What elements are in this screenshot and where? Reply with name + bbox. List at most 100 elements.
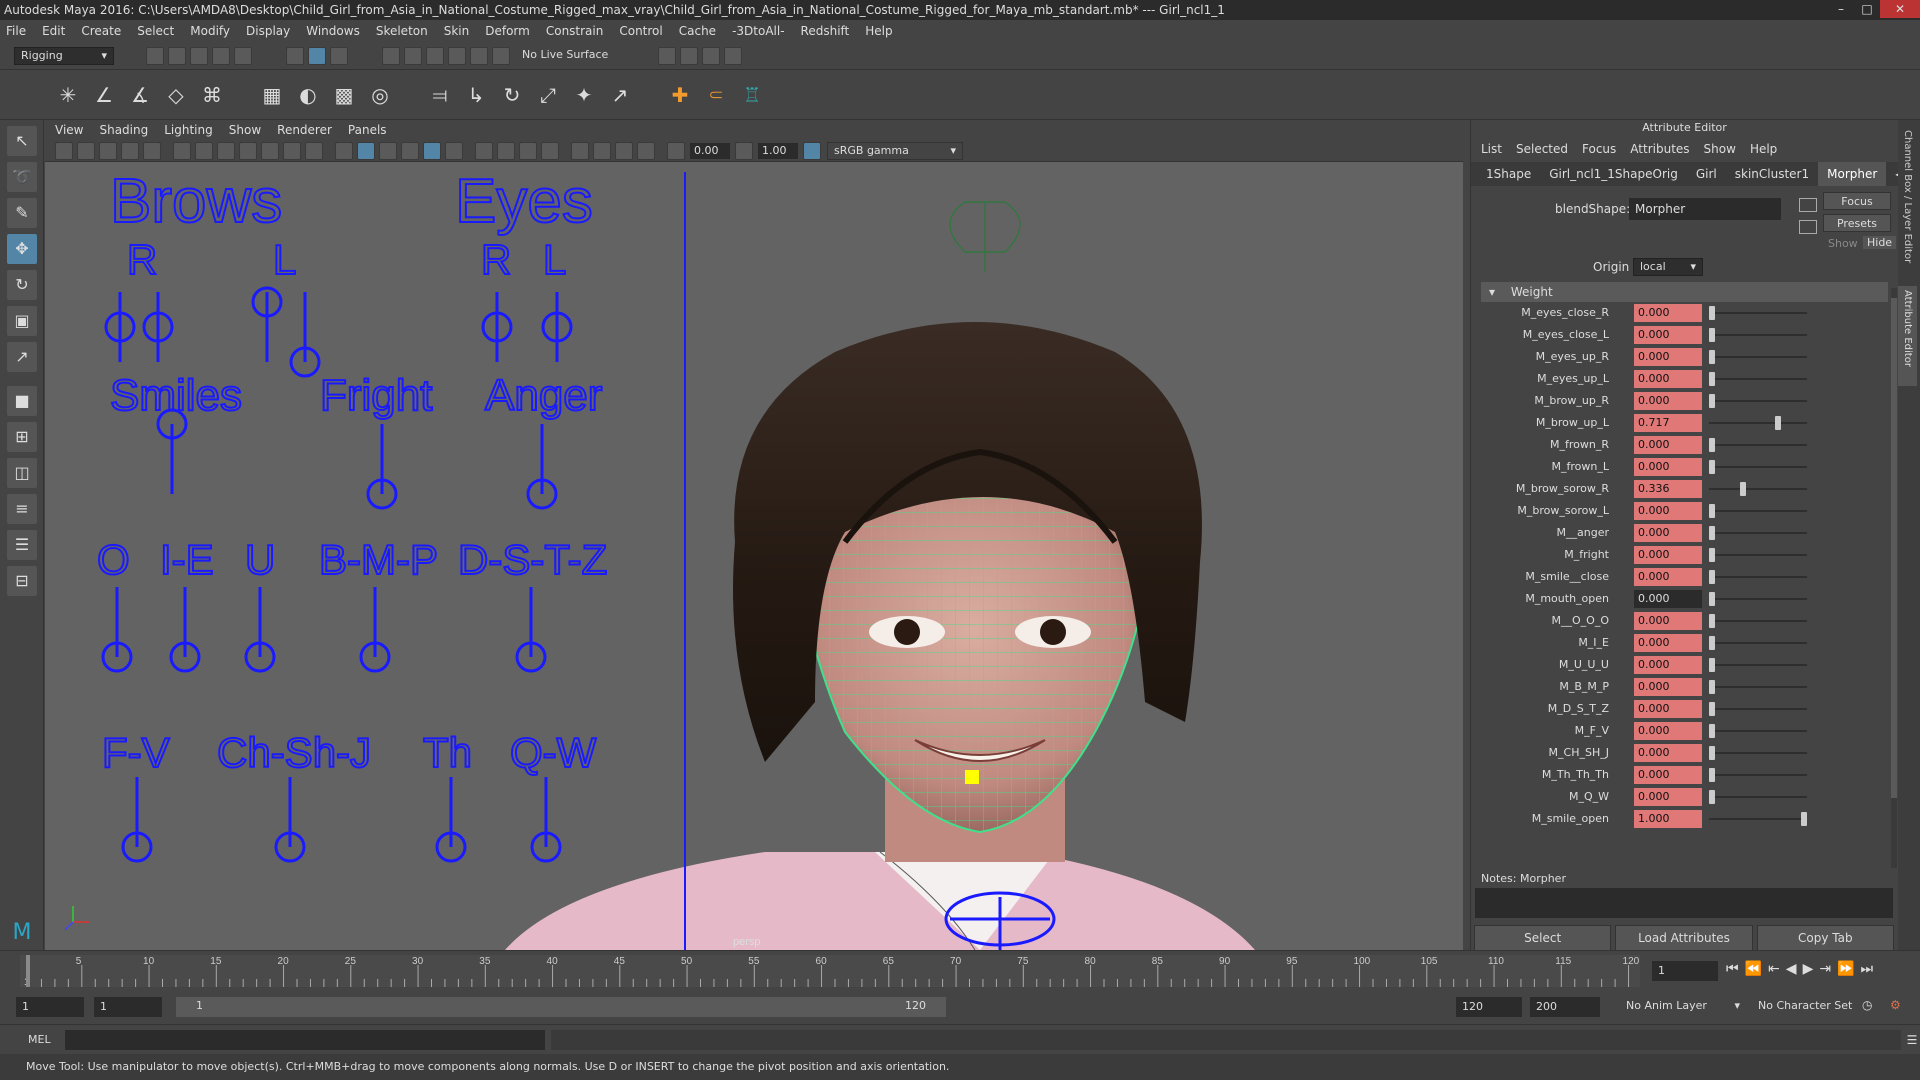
viewport-canvas[interactable]: Brows Eyes R L R L Smiles Fright Anger O… [45, 162, 1463, 950]
menu-constrain[interactable]: Constrain [546, 24, 604, 38]
weight-slider-handle[interactable] [1709, 680, 1715, 694]
weight-slider-track[interactable] [1709, 576, 1807, 578]
locator-icon[interactable]: ✚ [666, 81, 694, 109]
ambient-occlusion-icon[interactable] [497, 141, 515, 160]
render-icon[interactable] [658, 46, 676, 65]
scale-tool-icon[interactable]: ▣ [7, 306, 37, 336]
weight-slider-handle[interactable] [1801, 812, 1807, 826]
weight-slider-handle[interactable] [1709, 306, 1715, 320]
film-gate-icon[interactable] [195, 141, 213, 160]
menu-create[interactable]: Create [81, 24, 121, 38]
menu-windows[interactable]: Windows [306, 24, 360, 38]
cluster-icon[interactable]: ◎ [366, 81, 394, 109]
weight-slider-handle[interactable] [1709, 372, 1715, 386]
ik-spline-icon[interactable]: ∡ [126, 81, 154, 109]
four-view-icon[interactable]: ⊞ [7, 422, 37, 452]
single-view-icon[interactable]: ■ [7, 386, 37, 416]
notes-textarea[interactable] [1475, 888, 1893, 918]
grid-icon[interactable] [173, 141, 191, 160]
weight-slider-handle[interactable] [1709, 614, 1715, 628]
preferences-icon[interactable]: ⚙ [1890, 998, 1901, 1012]
weight-value-field[interactable]: 0.000 [1634, 392, 1702, 410]
resolution-gate-icon[interactable] [217, 141, 235, 160]
blendshape-field[interactable]: Morpher [1629, 198, 1781, 220]
graph-view-icon[interactable]: ☰ [7, 530, 37, 560]
paint-select-icon[interactable]: ✎ [7, 198, 37, 228]
camera-icon[interactable] [55, 141, 73, 160]
antialias-icon[interactable] [541, 141, 559, 160]
weight-slider-track[interactable] [1709, 818, 1807, 820]
time-slider[interactable]: 5 10 15 20 25 30 35 40 45 50 55 60 65 70 75 80 85 90 95 100… [0, 950, 1920, 990]
tab-1shape[interactable]: 1Shape [1477, 162, 1540, 186]
menu-help[interactable]: Help [865, 24, 892, 38]
weight-slider-track[interactable] [1709, 730, 1807, 732]
menu-edit[interactable]: Edit [42, 24, 65, 38]
weight-value-field[interactable]: 0.000 [1634, 568, 1702, 586]
menu-file[interactable]: File [6, 24, 26, 38]
weight-slider-handle[interactable] [1709, 526, 1715, 540]
weight-slider-handle[interactable] [1775, 416, 1781, 430]
copy-tab-button[interactable]: Copy Tab [1756, 925, 1894, 951]
weight-slider-track[interactable] [1709, 774, 1807, 776]
wireframe-icon[interactable] [335, 141, 353, 160]
anim-end-field[interactable]: 200 [1530, 997, 1600, 1017]
time-ruler[interactable]: 5 10 15 20 25 30 35 40 45 50 55 60 65 70 75 80 85 90 95 100… [0, 951, 1640, 991]
camera-attr-icon[interactable] [77, 141, 95, 160]
snap-view-icon[interactable] [448, 46, 466, 65]
weight-slider-track[interactable] [1709, 796, 1807, 798]
vp-menu-lighting[interactable]: Lighting [164, 123, 213, 137]
selected-control[interactable] [965, 770, 979, 784]
weight-slider-handle[interactable] [1709, 460, 1715, 474]
weight-slider-handle[interactable] [1709, 790, 1715, 804]
joint-tool-icon[interactable]: ✳ [54, 81, 82, 109]
weight-value-field[interactable]: 0.000 [1634, 700, 1702, 718]
select-component-icon[interactable] [330, 46, 348, 65]
weight-value-field[interactable]: 0.000 [1634, 678, 1702, 696]
ae-menu-selected[interactable]: Selected [1516, 142, 1568, 156]
mel-label[interactable]: MEL [28, 1033, 51, 1046]
weight-value-field[interactable]: 0.000 [1634, 370, 1702, 388]
weight-value-field[interactable]: 0.000 [1634, 546, 1702, 564]
range-slider[interactable]: 1 120 [176, 997, 946, 1017]
rotate-tool-icon[interactable]: ↻ [7, 270, 37, 300]
select-hierarchy-icon[interactable] [286, 46, 304, 65]
vp-menu-renderer[interactable]: Renderer [277, 123, 332, 137]
exposure-field[interactable]: 0.00 [690, 142, 730, 159]
ae-menu-attributes[interactable]: Attributes [1630, 142, 1689, 156]
aim-constraint-icon[interactable]: ↳ [462, 81, 490, 109]
ae-menu-show[interactable]: Show [1704, 142, 1736, 156]
current-time-marker[interactable] [26, 955, 30, 987]
tab-attribute-editor[interactable]: Attribute Editor [1898, 286, 1917, 386]
weight-value-field[interactable]: 0.000 [1634, 788, 1702, 806]
current-frame-field[interactable]: 1 [1652, 961, 1718, 981]
menu-skin[interactable]: Skin [444, 24, 470, 38]
xray-components-icon[interactable] [637, 141, 655, 160]
scale-constraint-icon[interactable]: ⤢ [534, 81, 562, 109]
menu-skeleton[interactable]: Skeleton [376, 24, 428, 38]
menu-cache[interactable]: Cache [679, 24, 716, 38]
vp-menu-view[interactable]: View [55, 123, 83, 137]
weight-slider-handle[interactable] [1709, 658, 1715, 672]
move-tool-icon[interactable]: ✥ [7, 234, 37, 264]
vp-menu-panels[interactable]: Panels [348, 123, 387, 137]
step-forward-icon[interactable]: ⏩ [1837, 961, 1854, 977]
weight-value-field[interactable]: 0.000 [1634, 744, 1702, 762]
weight-slider-track[interactable] [1709, 510, 1807, 512]
lasso-tool-icon[interactable]: ➰ [7, 162, 37, 192]
weight-slider-handle[interactable] [1709, 702, 1715, 716]
weight-slider-track[interactable] [1709, 642, 1807, 644]
anim-layer-dropdown[interactable]: No Anim Layer ▾ [1620, 997, 1746, 1017]
paint-weights-icon[interactable]: ◐ [294, 81, 322, 109]
weight-slider-track[interactable] [1709, 752, 1807, 754]
mirror-joint-icon[interactable]: ◇ [162, 81, 190, 109]
safe-title-icon[interactable] [305, 141, 323, 160]
weight-slider-handle[interactable] [1709, 394, 1715, 408]
hypershade-icon[interactable] [724, 46, 742, 65]
weight-slider-track[interactable] [1709, 554, 1807, 556]
bookmark-icon[interactable] [99, 141, 117, 160]
menuset-dropdown[interactable]: Rigging ▾ [14, 46, 114, 65]
weight-value-field[interactable]: 0.000 [1634, 612, 1702, 630]
weight-value-field[interactable]: 0.000 [1634, 348, 1702, 366]
last-tool-icon[interactable]: ↗ [7, 342, 37, 372]
weight-value-field[interactable]: 0.000 [1634, 304, 1702, 322]
